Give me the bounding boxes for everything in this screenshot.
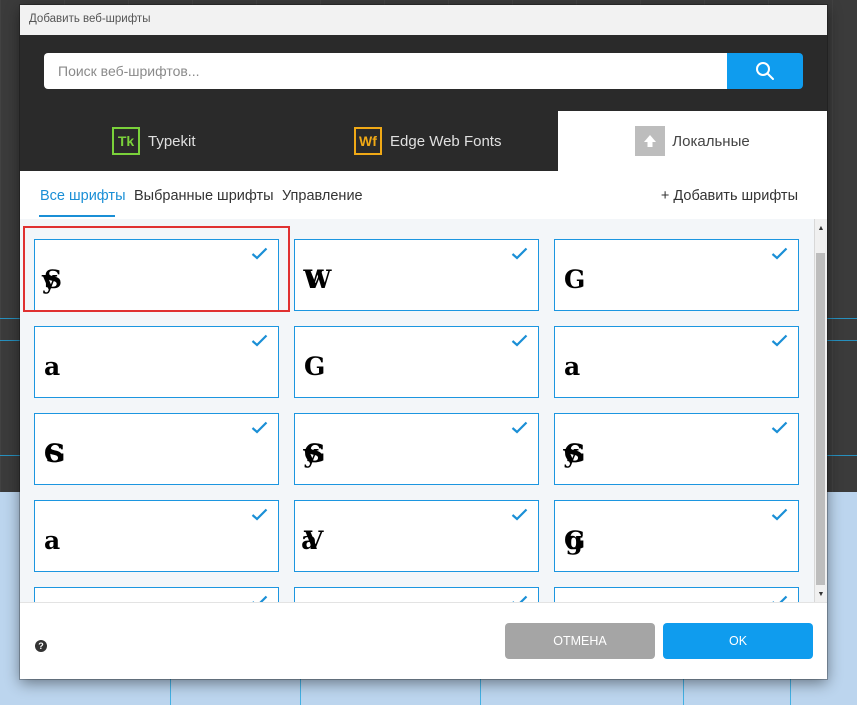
- ok-button[interactable]: OK: [663, 623, 813, 659]
- font-card[interactable]: Sy: [34, 239, 279, 311]
- upload-icon: [635, 126, 666, 156]
- font-card[interactable]: G: [294, 326, 539, 398]
- tab-local-label: Локальные: [672, 132, 750, 150]
- checkmark-icon: [251, 247, 268, 260]
- tab-local[interactable]: Локальные: [558, 111, 827, 171]
- subtab-manage[interactable]: Управление: [282, 188, 363, 204]
- font-card[interactable]: a: [554, 326, 799, 398]
- dialog-footer: ? ОТМЕНА OK: [20, 602, 827, 679]
- font-preview: VW: [304, 265, 333, 294]
- font-subtabs: Все шрифты Выбранные шрифты Управление +…: [20, 171, 827, 219]
- checkmark-icon: [511, 247, 528, 260]
- tab-typekit-label: Typekit: [148, 132, 196, 150]
- search-button[interactable]: [727, 53, 803, 89]
- checkmark-icon: [771, 247, 788, 260]
- checkmark-icon: [251, 508, 268, 521]
- add-fonts-link[interactable]: + Добавить шрифты: [661, 188, 798, 204]
- subtab-selected-fonts[interactable]: Выбранные шрифты: [134, 188, 274, 204]
- scroll-down-icon[interactable]: ▼: [815, 587, 827, 601]
- checkmark-icon: [771, 334, 788, 347]
- tab-typekit[interactable]: Tk Typekit: [112, 111, 196, 171]
- cancel-button[interactable]: ОТМЕНА: [505, 623, 655, 659]
- dialog-title: Добавить веб-шрифты: [29, 13, 151, 25]
- dialog-title-bar: Добавить веб-шрифты: [20, 5, 827, 36]
- font-grid-scrollbar[interactable]: ▲ ▼: [814, 219, 827, 602]
- checkmark-icon: [252, 595, 268, 602]
- provider-tabs: Tk Typekit Wf Edge Web Fonts Локальные: [20, 111, 827, 171]
- font-card[interactable]: a: [34, 500, 279, 572]
- font-card[interactable]: a: [34, 326, 279, 398]
- active-subtab-indicator: [39, 215, 115, 217]
- checkmark-icon: [771, 508, 788, 521]
- scroll-thumb[interactable]: [816, 253, 825, 585]
- search-bar: [44, 53, 803, 89]
- search-input[interactable]: [44, 53, 727, 89]
- font-card[interactable]: [554, 587, 799, 602]
- font-preview: G: [564, 265, 593, 294]
- dialog-header: Tk Typekit Wf Edge Web Fonts Локальные: [20, 35, 827, 171]
- help-icon[interactable]: ?: [35, 640, 47, 652]
- typekit-logo-icon: Tk: [112, 127, 140, 155]
- checkmark-icon: [511, 508, 528, 521]
- checkmark-icon: [512, 595, 528, 602]
- font-card[interactable]: GSy: [554, 413, 799, 485]
- checkmark-icon: [251, 421, 268, 434]
- font-card[interactable]: [294, 587, 539, 602]
- font-card[interactable]: G: [554, 239, 799, 311]
- font-grid: SyVWGaGaGSGSyGSyaVaGg: [20, 219, 814, 602]
- font-preview: G: [304, 352, 333, 381]
- tab-edge-web-fonts[interactable]: Wf Edge Web Fonts: [354, 111, 501, 171]
- checkmark-icon: [772, 595, 788, 602]
- font-card[interactable]: Gg: [554, 500, 799, 572]
- checkmark-icon: [251, 334, 268, 347]
- font-card[interactable]: GSy: [294, 413, 539, 485]
- checkmark-icon: [771, 421, 788, 434]
- font-card[interactable]: VW: [294, 239, 539, 311]
- subtab-all-fonts[interactable]: Все шрифты: [40, 188, 126, 204]
- checkmark-icon: [511, 421, 528, 434]
- font-card[interactable]: GS: [34, 413, 279, 485]
- scroll-up-icon[interactable]: ▲: [815, 221, 827, 235]
- checkmark-icon: [511, 334, 528, 347]
- font-card[interactable]: Va: [294, 500, 539, 572]
- edge-web-fonts-logo-icon: Wf: [354, 127, 382, 155]
- search-icon: [756, 62, 774, 80]
- tab-edge-web-fonts-label: Edge Web Fonts: [390, 132, 502, 150]
- add-web-fonts-dialog: Добавить веб-шрифты Tk Typekit Wf Edge W…: [20, 5, 827, 679]
- font-card[interactable]: [34, 587, 279, 602]
